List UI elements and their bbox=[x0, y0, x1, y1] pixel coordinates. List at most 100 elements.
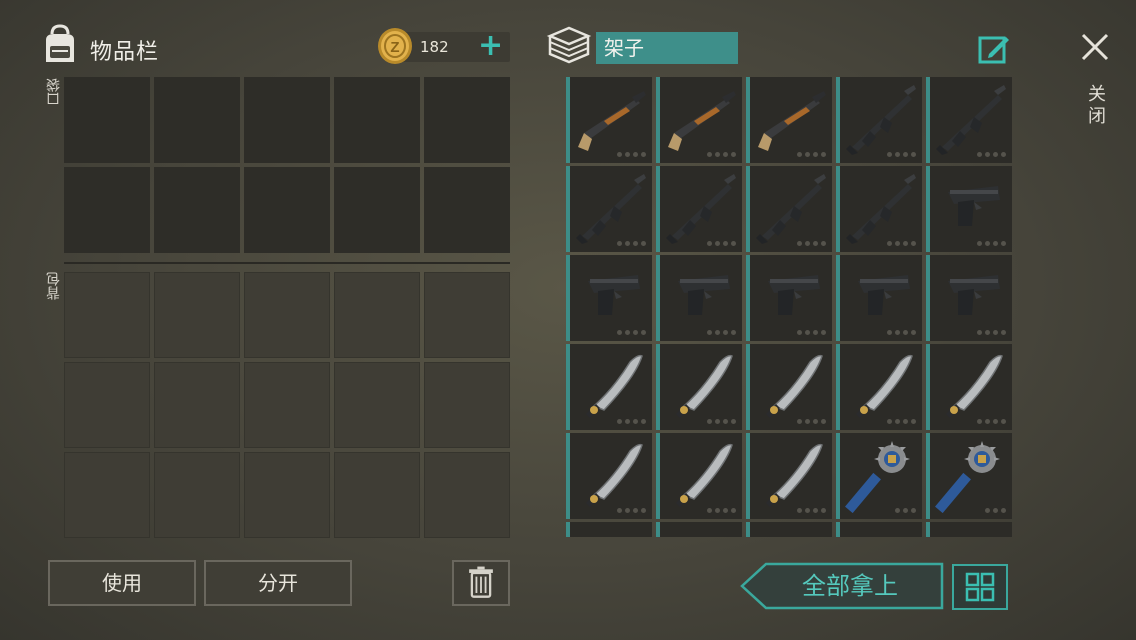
storage-slot-pistol[interactable] bbox=[926, 255, 1012, 341]
edit-name-icon[interactable] bbox=[977, 32, 1011, 66]
durability-dots bbox=[977, 152, 1006, 157]
durability-dots bbox=[617, 508, 646, 513]
storage-slot-saw-blade[interactable] bbox=[656, 522, 742, 537]
durability-dots bbox=[707, 330, 736, 335]
storage-slot-machete[interactable] bbox=[746, 344, 832, 430]
backpack-slot[interactable] bbox=[64, 272, 150, 358]
durability-dots bbox=[797, 419, 826, 424]
storage-slot-pistol[interactable] bbox=[656, 255, 742, 341]
storage-slot-saw-blade[interactable] bbox=[566, 522, 652, 537]
shelf-icon bbox=[546, 26, 592, 64]
storage-slot-assault-rifle[interactable] bbox=[836, 166, 922, 252]
backpack-slot[interactable] bbox=[154, 452, 240, 538]
storage-slot-machete[interactable] bbox=[746, 433, 832, 519]
storage-slot-pistol[interactable] bbox=[746, 255, 832, 341]
backpack-slot[interactable] bbox=[154, 272, 240, 358]
backpack-slot[interactable] bbox=[334, 272, 420, 358]
add-coins-button[interactable]: + bbox=[478, 28, 503, 64]
storage-slot-machete[interactable] bbox=[656, 433, 742, 519]
close-icon[interactable] bbox=[1078, 30, 1112, 64]
assault-rifle-icon bbox=[576, 174, 646, 244]
pump-shotgun-icon bbox=[668, 91, 736, 151]
durability-dots bbox=[797, 241, 826, 246]
pocket-slot[interactable] bbox=[244, 167, 330, 253]
pocket-slot[interactable] bbox=[244, 77, 330, 163]
durability-dots bbox=[617, 241, 646, 246]
pocket-slot[interactable] bbox=[334, 167, 420, 253]
durability-dots bbox=[887, 241, 916, 246]
durability-dots bbox=[707, 152, 736, 157]
svg-text:Z: Z bbox=[390, 39, 399, 56]
machete-icon bbox=[766, 354, 823, 418]
backpack-slot[interactable] bbox=[64, 362, 150, 448]
saw-blade-icon bbox=[844, 526, 920, 537]
machete-icon bbox=[586, 354, 643, 418]
backpack-slot[interactable] bbox=[64, 452, 150, 538]
storage-slot-saw-blade[interactable] bbox=[836, 522, 922, 537]
close-label[interactable]: 关闭 bbox=[1088, 84, 1108, 128]
delete-button[interactable] bbox=[452, 560, 510, 606]
backpack-slot[interactable] bbox=[244, 272, 330, 358]
durability-dots bbox=[977, 330, 1006, 335]
backpack-slot[interactable] bbox=[424, 272, 510, 358]
durability-dots bbox=[797, 152, 826, 157]
assault-rifle-icon bbox=[666, 174, 736, 244]
sort-button[interactable] bbox=[952, 564, 1008, 610]
split-button[interactable]: 分开 bbox=[204, 560, 352, 606]
backpack-slot[interactable] bbox=[244, 362, 330, 448]
pocket-slot[interactable] bbox=[154, 167, 240, 253]
durability-dots bbox=[895, 508, 916, 513]
pocket-slot[interactable] bbox=[424, 77, 510, 163]
storage-slot-pistol[interactable] bbox=[566, 255, 652, 341]
storage-viewport[interactable] bbox=[566, 77, 1014, 537]
pistol-icon bbox=[678, 275, 730, 315]
pocket-slot[interactable] bbox=[64, 167, 150, 253]
storage-slot-machete[interactable] bbox=[656, 344, 742, 430]
pocket-slot[interactable] bbox=[64, 77, 150, 163]
saw-blade-icon bbox=[754, 526, 830, 537]
storage-name-field[interactable]: 架子 bbox=[596, 32, 738, 64]
saw-blade-icon bbox=[934, 526, 1010, 537]
machete-icon bbox=[586, 443, 643, 507]
backpack-slot[interactable] bbox=[424, 362, 510, 448]
backpack-slot[interactable] bbox=[424, 452, 510, 538]
durability-dots bbox=[707, 508, 736, 513]
storage-slot-assault-rifle[interactable] bbox=[926, 77, 1012, 163]
assault-rifle-icon bbox=[936, 85, 1006, 155]
backpack-slot[interactable] bbox=[244, 452, 330, 538]
storage-slot-saw-blade[interactable] bbox=[926, 522, 1012, 537]
storage-slot-pistol[interactable] bbox=[836, 255, 922, 341]
storage-slot-pump-shotgun[interactable] bbox=[656, 77, 742, 163]
durability-dots bbox=[707, 419, 736, 424]
use-button[interactable]: 使用 bbox=[48, 560, 196, 606]
backpack-slot[interactable] bbox=[154, 362, 240, 448]
storage-slot-assault-rifle[interactable] bbox=[656, 166, 742, 252]
pistol-icon bbox=[858, 275, 910, 315]
storage-slot-assault-rifle[interactable] bbox=[836, 77, 922, 163]
durability-dots bbox=[985, 508, 1006, 513]
storage-slot-pump-shotgun[interactable] bbox=[746, 77, 832, 163]
pocket-label: 口袋 bbox=[46, 78, 62, 106]
storage-slot-pump-shotgun[interactable] bbox=[566, 77, 652, 163]
backpack-slot[interactable] bbox=[334, 452, 420, 538]
storage-slot-assault-rifle[interactable] bbox=[566, 166, 652, 252]
pocket-slot[interactable] bbox=[424, 167, 510, 253]
pocket-slot[interactable] bbox=[334, 77, 420, 163]
storage-slot-spiked-mace[interactable] bbox=[926, 433, 1012, 519]
pocket-slot[interactable] bbox=[154, 77, 240, 163]
storage-slot-machete[interactable] bbox=[836, 344, 922, 430]
storage-slot-spiked-mace[interactable] bbox=[836, 433, 922, 519]
take-all-label[interactable]: 全部拿上 bbox=[790, 570, 910, 602]
backpack-slot[interactable] bbox=[334, 362, 420, 448]
storage-slot-saw-blade[interactable] bbox=[746, 522, 832, 537]
trash-icon bbox=[469, 566, 493, 598]
storage-slot-assault-rifle[interactable] bbox=[746, 166, 832, 252]
backpack-icon bbox=[46, 24, 74, 62]
pocket-grid bbox=[64, 77, 510, 253]
storage-slot-machete[interactable] bbox=[566, 344, 652, 430]
storage-slot-machete[interactable] bbox=[566, 433, 652, 519]
storage-slot-machete[interactable] bbox=[926, 344, 1012, 430]
spiked-mace-icon bbox=[845, 441, 910, 513]
storage-slot-pistol[interactable] bbox=[926, 166, 1012, 252]
section-divider bbox=[64, 262, 510, 264]
